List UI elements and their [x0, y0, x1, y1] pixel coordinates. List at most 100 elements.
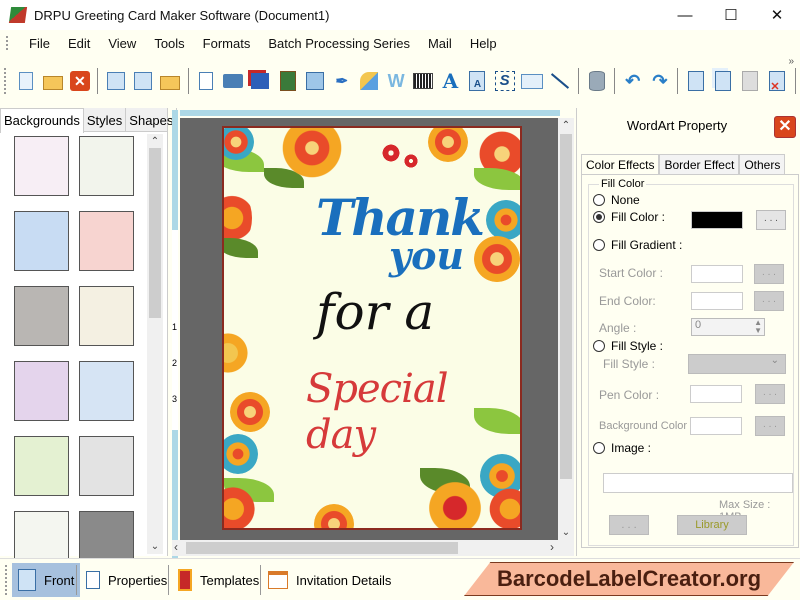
wordart-icon[interactable]: W [386, 70, 407, 92]
copy-icon[interactable] [713, 70, 734, 92]
pen-color-field[interactable] [690, 385, 742, 403]
background-color-field[interactable] [690, 417, 742, 435]
paste-icon[interactable] [740, 70, 761, 92]
barcode-icon[interactable] [413, 70, 434, 92]
properties-icon[interactable] [196, 70, 217, 92]
minimize-button[interactable]: — [662, 0, 708, 30]
canvas-horizontal-scrollbar[interactable]: ‹ › [172, 540, 574, 556]
background-thumbnail-baby-pink-pattern[interactable] [14, 136, 69, 196]
menu-edit[interactable]: Edit [59, 36, 99, 51]
save-as-icon[interactable] [132, 70, 153, 92]
menu-file[interactable]: File [20, 36, 59, 51]
radio-icon[interactable] [593, 340, 605, 352]
menu-help[interactable]: Help [461, 36, 506, 51]
menu-formats[interactable]: Formats [194, 36, 260, 51]
close-button[interactable]: ✕ [754, 0, 800, 30]
fill-color-swatch[interactable] [691, 211, 743, 229]
delete-icon[interactable]: ✕ [767, 70, 788, 93]
left-panel-scrollbar[interactable]: ⌃ ⌄ [147, 134, 163, 554]
scroll-right-icon[interactable]: › [550, 540, 554, 554]
background-thumbnail-baby-doodles-pattern[interactable] [79, 136, 134, 196]
menu-mail[interactable]: Mail [419, 36, 461, 51]
radio-icon[interactable] [593, 442, 605, 454]
angle-spinner[interactable]: 0 ▲ ▼ [691, 318, 765, 336]
background-thumbnail-clouds-sky[interactable] [14, 211, 69, 271]
scroll-up-icon[interactable]: ⌃ [147, 136, 163, 147]
scroll-thumb[interactable] [149, 148, 161, 318]
tab-backgrounds[interactable]: Backgrounds [0, 108, 84, 133]
scroll-down-icon[interactable]: ⌄ [147, 541, 163, 552]
spinner-arrows-icon[interactable]: ▲ ▼ [754, 319, 762, 335]
cut-icon[interactable] [685, 70, 706, 92]
radio-icon[interactable] [593, 194, 605, 206]
text-special-day[interactable]: Special day [306, 366, 520, 458]
library-button[interactable]: Library [677, 515, 747, 535]
tab-others[interactable]: Others [739, 154, 786, 175]
fill-color-browse-button[interactable]: . . . [756, 210, 786, 230]
image-browse-button[interactable]: . . . [609, 515, 649, 535]
image-crop-icon[interactable] [277, 70, 298, 92]
canvas-vertical-scrollbar[interactable]: ⌃ ⌄ [558, 118, 574, 540]
menu-tools[interactable]: Tools [145, 36, 193, 51]
background-thumbnail-bunting-pattern[interactable] [79, 286, 134, 346]
scroll-down-icon[interactable]: ⌄ [558, 527, 574, 538]
background-thumbnail-green-trees[interactable] [14, 436, 69, 496]
tab-styles[interactable]: Styles [84, 108, 127, 131]
radio-fill-style[interactable]: Fill Style : [593, 339, 663, 353]
radio-fill-color[interactable]: Fill Color : [593, 210, 665, 224]
background-thumbnail-white-heart[interactable] [79, 436, 134, 496]
tab-border-effect[interactable]: Border Effect [659, 154, 740, 175]
image-path-field[interactable] [603, 473, 793, 493]
background-thumbnail-grey-leaves[interactable] [14, 286, 69, 346]
panel-close-button[interactable]: ✕ [774, 116, 796, 138]
tab-properties[interactable]: Properties [80, 563, 173, 597]
start-color-field[interactable] [691, 265, 743, 283]
scroll-thumb[interactable] [560, 134, 572, 479]
scroll-up-icon[interactable]: ⌃ [558, 120, 574, 131]
end-color-field[interactable] [691, 292, 743, 310]
export-icon[interactable] [160, 70, 181, 92]
mail-icon[interactable] [521, 70, 544, 92]
new-icon[interactable] [15, 70, 36, 92]
fill-style-select[interactable]: ⌄ [688, 354, 786, 374]
tab-front[interactable]: Front [12, 563, 81, 597]
print-icon[interactable] [223, 70, 244, 92]
radio-icon[interactable] [593, 239, 605, 251]
background-thumbnail-snowflakes-blue[interactable] [79, 361, 134, 421]
toolbar-overflow-button[interactable]: » [788, 56, 794, 67]
text-icon[interactable]: A [440, 69, 461, 93]
maximize-button[interactable]: ☐ [708, 0, 754, 30]
tab-shapes[interactable]: Shapes [126, 108, 178, 131]
undo-icon[interactable]: ↶ [622, 70, 643, 92]
scroll-left-icon[interactable]: ‹ [174, 540, 178, 554]
greeting-card[interactable]: Thank you for a Special day [222, 126, 522, 530]
open-icon[interactable] [42, 70, 63, 92]
radio-fill-gradient[interactable]: Fill Gradient : [593, 238, 682, 252]
text-box-icon[interactable]: A [467, 70, 488, 92]
text-you[interactable]: you [389, 233, 464, 278]
pen-icon[interactable]: ✒ [331, 70, 352, 92]
tab-invitation-details[interactable]: Invitation Details [262, 563, 397, 597]
end-color-browse-button[interactable]: . . . [754, 291, 784, 311]
insert-image-icon[interactable] [304, 70, 325, 92]
redo-icon[interactable]: ↷ [649, 70, 670, 92]
menu-batch-processing[interactable]: Batch Processing Series [259, 36, 419, 51]
radio-none[interactable]: None [593, 193, 640, 207]
database-icon[interactable] [586, 70, 607, 92]
start-color-browse-button[interactable]: . . . [754, 264, 784, 284]
radio-icon[interactable] [593, 211, 605, 223]
menu-view[interactable]: View [99, 36, 145, 51]
shapes-icon[interactable] [358, 70, 379, 92]
background-thumbnail-strawberries[interactable] [79, 211, 134, 271]
signature-icon[interactable]: S [494, 70, 515, 92]
background-thumbnail-pastel-flowers[interactable] [14, 361, 69, 421]
tab-templates[interactable]: Templates [172, 563, 265, 597]
background-icon[interactable] [250, 70, 271, 92]
text-for-a[interactable]: for a [316, 283, 434, 341]
radio-image[interactable]: Image : [593, 441, 651, 455]
scroll-thumb[interactable] [186, 542, 458, 554]
line-icon[interactable] [549, 70, 571, 92]
save-icon[interactable] [105, 70, 126, 92]
background-color-browse-button[interactable]: . . . [755, 416, 785, 436]
close-icon[interactable]: ✕ [69, 70, 90, 92]
